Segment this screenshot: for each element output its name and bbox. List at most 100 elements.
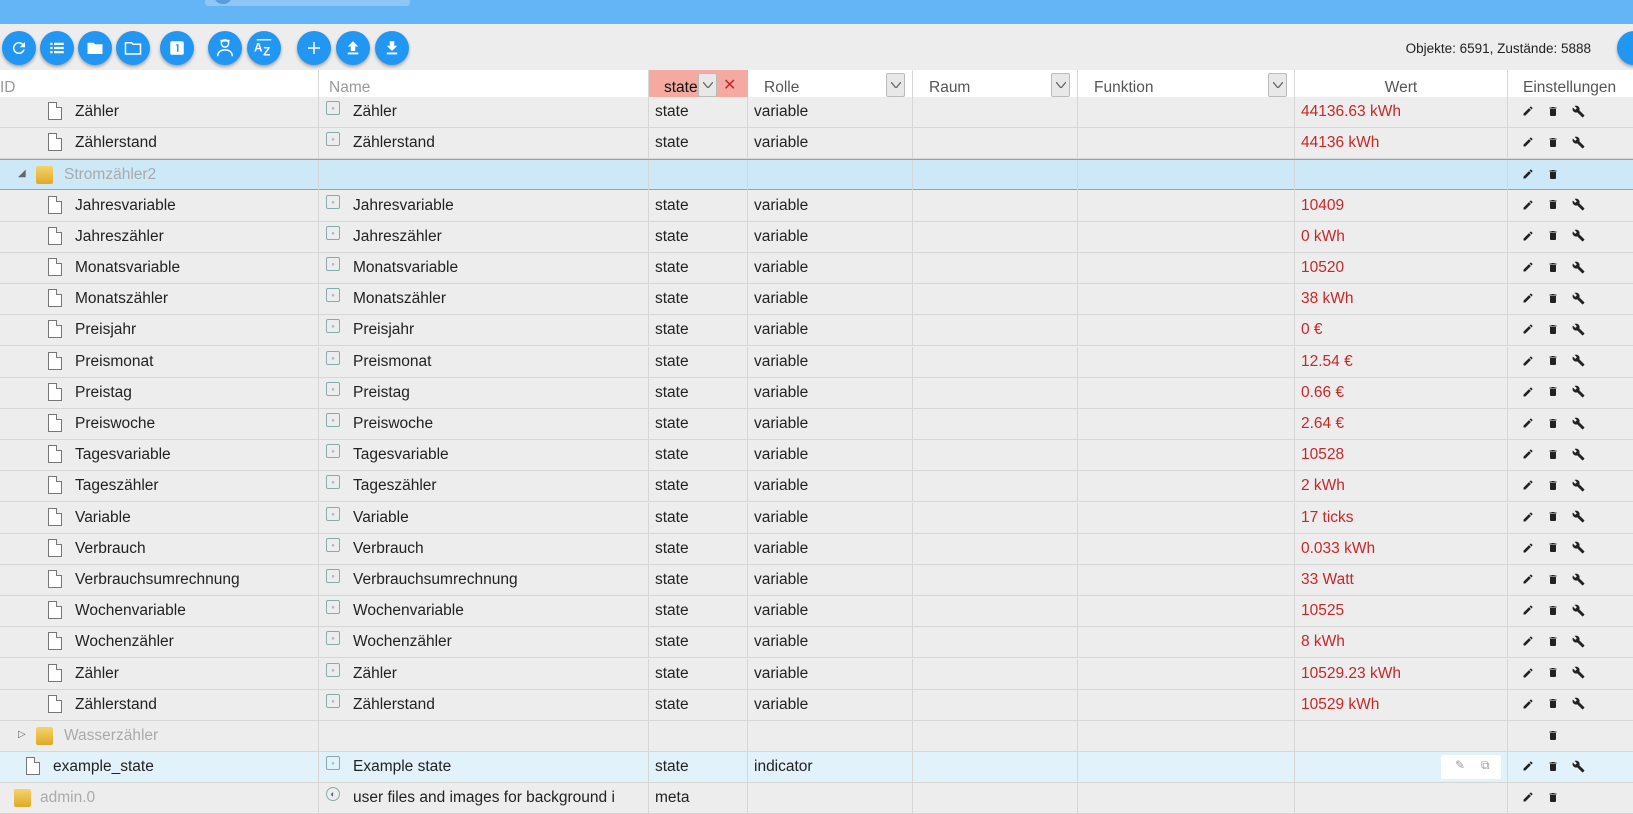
edit-icon[interactable] — [1518, 288, 1538, 308]
value-cell[interactable]: 12.54 € — [1295, 346, 1508, 378]
table-row[interactable]: Preismonat ◦ Preismonat state variable 12.54 … — [0, 346, 1633, 378]
add-button[interactable] — [297, 31, 331, 65]
edit-icon[interactable] — [1518, 663, 1538, 683]
role-filter-dropdown-icon[interactable] — [886, 73, 905, 97]
value-cell[interactable]: 10528 — [1295, 440, 1508, 472]
wrench-icon[interactable] — [1568, 663, 1588, 683]
edit-icon[interactable] — [1518, 787, 1538, 807]
delete-icon[interactable] — [1543, 413, 1563, 433]
value-cell[interactable]: 0 kWh — [1295, 221, 1508, 253]
table-row[interactable]: Verbrauchsumrechnung ◦ Verbrauchsumrechnun… — [0, 565, 1633, 596]
delete-icon[interactable] — [1543, 631, 1563, 651]
delete-icon[interactable] — [1543, 132, 1563, 152]
edit-icon[interactable] — [1518, 351, 1538, 371]
edit-icon[interactable] — [1518, 538, 1538, 558]
delete-icon[interactable] — [1543, 351, 1563, 371]
delete-icon[interactable] — [1543, 288, 1563, 308]
value-cell[interactable]: 44136.63 kWh — [1295, 97, 1508, 128]
delete-icon[interactable] — [1543, 600, 1563, 620]
table-row[interactable]: Preistag ◦ Preistag state variable 0.66 € — [0, 377, 1633, 409]
delete-icon[interactable] — [1543, 538, 1563, 558]
value-cell[interactable]: 10525 — [1295, 596, 1508, 628]
value-cell[interactable]: 44136 kWh — [1295, 128, 1508, 160]
table-row[interactable]: Jahresvariable ◦ Jahresvariable state variab… — [0, 190, 1633, 222]
table-row[interactable]: Jahreszähler ◦ Jahreszähler state variable 0 … — [0, 221, 1633, 253]
edit-icon[interactable] — [1518, 195, 1538, 215]
wrench-icon[interactable] — [1568, 569, 1588, 589]
delete-icon[interactable] — [1543, 663, 1563, 683]
refresh-button[interactable] — [2, 31, 36, 65]
list-view-button[interactable] — [40, 31, 74, 65]
table-row[interactable]: Monatszähler ◦ Monatszähler state variable 38… — [0, 284, 1633, 316]
wrench-icon[interactable] — [1568, 475, 1588, 495]
table-row[interactable]: Tagesvariable ◦ Tagesvariable state variable… — [0, 440, 1633, 472]
folder-button[interactable] — [78, 31, 112, 65]
one-level-button[interactable] — [160, 31, 194, 65]
copy-icon[interactable]: ⧉ — [1481, 758, 1490, 773]
value-cell[interactable] — [1295, 721, 1508, 752]
table-row[interactable]: Wochenzähler ◦ Wochenzähler state variable 8 … — [0, 627, 1633, 659]
wrench-icon[interactable] — [1568, 132, 1588, 152]
delete-icon[interactable] — [1543, 569, 1563, 589]
table-row[interactable]: Preiswoche ◦ Preiswoche state variable 2.64 € — [0, 409, 1633, 440]
delete-icon[interactable] — [1543, 475, 1563, 495]
wrench-icon[interactable] — [1568, 351, 1588, 371]
delete-icon[interactable] — [1543, 725, 1563, 745]
value-cell[interactable] — [1295, 160, 1508, 192]
table-row[interactable]: Zähler ◦ Zähler state variable 44136.63 kWh — [0, 97, 1633, 128]
value-cell[interactable]: 10409 — [1295, 190, 1508, 222]
edit-icon[interactable] — [1518, 444, 1538, 464]
edit-icon[interactable] — [1518, 382, 1538, 402]
edit-icon[interactable] — [1518, 101, 1538, 121]
edit-icon[interactable] — [1518, 413, 1538, 433]
delete-icon[interactable] — [1543, 226, 1563, 246]
function-filter-dropdown-icon[interactable] — [1268, 73, 1287, 97]
edit-icon[interactable] — [1518, 475, 1538, 495]
download-button[interactable] — [375, 31, 409, 65]
expert-mode-button[interactable] — [208, 31, 242, 65]
wrench-icon[interactable] — [1568, 226, 1588, 246]
room-filter-dropdown-icon[interactable] — [1051, 73, 1070, 97]
edit-value-icon[interactable]: ✎ — [1455, 758, 1465, 772]
value-cell[interactable]: 38 kWh — [1295, 284, 1508, 316]
table-row[interactable]: Verbrauch ◦ Verbrauch state variable 0.033 kW… — [0, 533, 1633, 565]
wrench-icon[interactable] — [1568, 195, 1588, 215]
wrench-icon[interactable] — [1568, 756, 1588, 776]
delete-icon[interactable] — [1543, 756, 1563, 776]
expand-triangle-icon[interactable]: ▷ — [18, 729, 26, 740]
edit-icon[interactable] — [1518, 319, 1538, 339]
folder-open-button[interactable] — [116, 31, 150, 65]
wrench-icon[interactable] — [1568, 101, 1588, 121]
edit-icon[interactable] — [1518, 756, 1538, 776]
table-row[interactable]: Zählerstand ◦ Zählerstand state variable 4413… — [0, 128, 1633, 160]
folder-row[interactable]: ▷ Wasserzähler — [0, 721, 1633, 752]
wrench-icon[interactable] — [1568, 257, 1588, 277]
wrench-icon[interactable] — [1568, 631, 1588, 651]
delete-icon[interactable] — [1543, 164, 1563, 184]
folder-row[interactable]: ◢ Stromzähler2 — [0, 159, 1633, 192]
edit-icon[interactable] — [1518, 600, 1538, 620]
delete-icon[interactable] — [1543, 257, 1563, 277]
delete-icon[interactable] — [1543, 444, 1563, 464]
chevron-down-icon[interactable] — [698, 73, 717, 97]
table-row[interactable]: Preisjahr ◦ Preisjahr state variable 0 € — [0, 315, 1633, 347]
table-row[interactable]: admin.0 ◐ user files and images for backgr… — [0, 783, 1633, 814]
value-cell[interactable]: 10529.23 kWh — [1295, 658, 1508, 690]
wrench-icon[interactable] — [1568, 413, 1588, 433]
wrench-icon[interactable] — [1568, 444, 1588, 464]
edit-icon[interactable] — [1518, 164, 1538, 184]
value-cell[interactable]: 10529 kWh — [1295, 689, 1508, 721]
value-cell[interactable]: 17 ticks — [1295, 502, 1508, 534]
wrench-icon[interactable] — [1568, 319, 1588, 339]
wrench-icon[interactable] — [1568, 288, 1588, 308]
edit-icon[interactable] — [1518, 257, 1538, 277]
table-row[interactable]: Wochenvariable ◦ Wochenvariable state variab… — [0, 596, 1633, 628]
table-row[interactable]: example_state ◦ Example state state indicato… — [0, 752, 1633, 784]
value-cell[interactable]: 2 kWh — [1295, 471, 1508, 503]
edit-icon[interactable] — [1518, 132, 1538, 152]
edit-icon[interactable] — [1518, 694, 1538, 714]
edit-icon[interactable] — [1518, 226, 1538, 246]
sort-az-button[interactable]: AZ — [247, 31, 281, 65]
delete-icon[interactable] — [1543, 101, 1563, 121]
edit-icon[interactable] — [1518, 507, 1538, 527]
